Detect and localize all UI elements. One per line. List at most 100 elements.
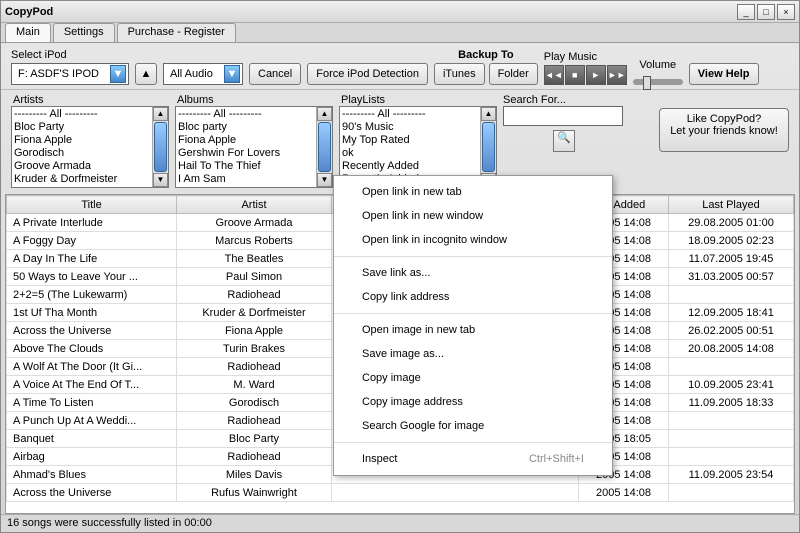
list-item[interactable]: --------- All --------- <box>342 108 478 121</box>
search-button[interactable]: 🔍 <box>553 130 575 152</box>
list-item[interactable]: Recently Added <box>342 160 478 173</box>
list-item[interactable]: --------- All --------- <box>178 108 314 121</box>
artists-listbox[interactable]: --------- All ---------Bloc PartyFiona A… <box>11 106 169 188</box>
scroll-thumb[interactable] <box>318 122 331 172</box>
list-item[interactable]: Fiona Apple <box>178 134 314 147</box>
scroll-up-icon[interactable]: ▲ <box>153 107 168 121</box>
context-menu-item[interactable]: InspectCtrl+Shift+I <box>334 447 612 471</box>
table-cell: Fiona Apple <box>177 322 332 340</box>
list-item[interactable]: Bloc Party <box>14 121 150 134</box>
context-menu-item[interactable]: Search Google for image <box>334 414 612 438</box>
table-cell: Marcus Roberts <box>177 232 332 250</box>
tab-purchase[interactable]: Purchase - Register <box>117 23 236 42</box>
context-menu-item[interactable]: Save link as... <box>334 261 612 285</box>
volume-slider[interactable] <box>633 79 683 85</box>
table-cell: 2+2=5 (The Lukewarm) <box>7 286 177 304</box>
next-button[interactable]: ►► <box>607 65 627 85</box>
close-button[interactable]: × <box>777 4 795 20</box>
promote-button[interactable]: Like CopyPod? Let your friends know! <box>659 108 789 152</box>
menu-item-label: Copy image <box>362 372 421 384</box>
table-cell: M. Ward <box>177 376 332 394</box>
minimize-button[interactable]: _ <box>737 4 755 20</box>
list-item[interactable]: --------- All --------- <box>14 108 150 121</box>
context-menu-item[interactable]: Copy link address <box>334 285 612 309</box>
ipod-select[interactable]: F: ASDF'S IPOD ▼ <box>11 63 129 85</box>
column-header[interactable]: Last Played <box>669 196 794 214</box>
table-cell: Radiohead <box>177 286 332 304</box>
menu-item-label: Open image in new tab <box>362 324 475 336</box>
list-item[interactable]: Bloc party <box>178 121 314 134</box>
search-label: Search For... <box>503 94 566 106</box>
table-cell: 26.02.2005 00:51 <box>669 322 794 340</box>
list-item[interactable]: Gorodisch <box>14 147 150 160</box>
search-icon: 🔍 <box>557 132 571 144</box>
scroll-thumb[interactable] <box>482 122 495 172</box>
context-menu-item[interactable]: Open link in new window <box>334 204 612 228</box>
maximize-button[interactable]: □ <box>757 4 775 20</box>
list-item[interactable]: Fiona Apple <box>14 134 150 147</box>
table-cell: Radiohead <box>177 358 332 376</box>
audio-filter-select[interactable]: All Audio ▼ <box>163 63 243 85</box>
list-item[interactable]: ok <box>342 147 478 160</box>
context-menu-item[interactable]: Open image in new tab <box>334 318 612 342</box>
scroll-up-icon[interactable]: ▲ <box>481 107 496 121</box>
table-cell: 10.09.2005 23:41 <box>669 376 794 394</box>
force-detection-button[interactable]: Force iPod Detection <box>307 63 428 85</box>
table-cell <box>669 448 794 466</box>
titlebar: CopyPod _ □ × <box>1 1 799 23</box>
view-help-button[interactable]: View Help <box>689 63 759 85</box>
chevron-down-icon[interactable]: ▼ <box>224 65 240 83</box>
table-cell: 11.09.2005 23:54 <box>669 466 794 484</box>
context-menu: Open link in new tabOpen link in new win… <box>333 175 613 476</box>
search-input[interactable] <box>503 106 623 126</box>
context-menu-item[interactable]: Open link in new tab <box>334 180 612 204</box>
list-item[interactable]: Groove Armada <box>14 160 150 173</box>
cancel-button[interactable]: Cancel <box>249 63 301 85</box>
play-button[interactable]: ► <box>586 65 606 85</box>
scroll-thumb[interactable] <box>154 122 167 172</box>
menu-item-shortcut: Ctrl+Shift+I <box>529 453 584 465</box>
context-menu-item[interactable]: Open link in incognito window <box>334 228 612 252</box>
list-item[interactable]: Hail To The Thief <box>178 160 314 173</box>
context-menu-item[interactable]: Copy image address <box>334 390 612 414</box>
scrollbar[interactable]: ▲ ▼ <box>152 107 168 187</box>
tab-settings[interactable]: Settings <box>53 23 115 42</box>
scroll-down-icon[interactable]: ▼ <box>317 173 332 187</box>
eject-button[interactable]: ▲ <box>135 63 157 85</box>
stop-button[interactable]: ■ <box>565 65 585 85</box>
table-cell: A Wolf At The Door (It Gi... <box>7 358 177 376</box>
table-cell: A Time To Listen <box>7 394 177 412</box>
scroll-up-icon[interactable]: ▲ <box>317 107 332 121</box>
table-cell: Radiohead <box>177 412 332 430</box>
ipod-select-value: F: ASDF'S IPOD <box>14 68 110 80</box>
column-header[interactable]: Artist <box>177 196 332 214</box>
table-cell <box>669 286 794 304</box>
prev-button[interactable]: ◄◄ <box>544 65 564 85</box>
list-item[interactable]: 90's Music <box>342 121 478 134</box>
promote-line1: Like CopyPod? <box>664 113 784 125</box>
table-cell: A Day In The Life <box>7 250 177 268</box>
backup-itunes-button[interactable]: iTunes <box>434 63 485 85</box>
context-menu-item[interactable]: Copy image <box>334 366 612 390</box>
select-ipod-label: Select iPod <box>11 49 129 61</box>
table-cell: 18.09.2005 02:23 <box>669 232 794 250</box>
list-item[interactable]: Kruder & Dorfmeister <box>14 173 150 186</box>
table-cell: Gorodisch <box>177 394 332 412</box>
table-cell: Groove Armada <box>177 214 332 232</box>
scrollbar[interactable]: ▲ ▼ <box>316 107 332 187</box>
table-row[interactable]: Across the UniverseRufus Wainwright 2005 … <box>7 484 794 502</box>
tab-main[interactable]: Main <box>5 23 51 42</box>
table-cell: Across the Universe <box>7 484 177 502</box>
list-item[interactable]: My Top Rated <box>342 134 478 147</box>
table-cell: 2005 14:08 <box>579 484 669 502</box>
albums-listbox[interactable]: --------- All ---------Bloc partyFiona A… <box>175 106 333 188</box>
scroll-down-icon[interactable]: ▼ <box>153 173 168 187</box>
list-item[interactable]: I Am Sam <box>178 173 314 186</box>
list-item[interactable]: Gershwin For Lovers <box>178 147 314 160</box>
context-menu-item[interactable]: Save image as... <box>334 342 612 366</box>
column-header[interactable]: Title <box>7 196 177 214</box>
backup-folder-button[interactable]: Folder <box>489 63 538 85</box>
chevron-down-icon[interactable]: ▼ <box>110 65 126 83</box>
table-cell: Rufus Wainwright <box>177 484 332 502</box>
play-music-label: Play Music <box>544 51 627 63</box>
